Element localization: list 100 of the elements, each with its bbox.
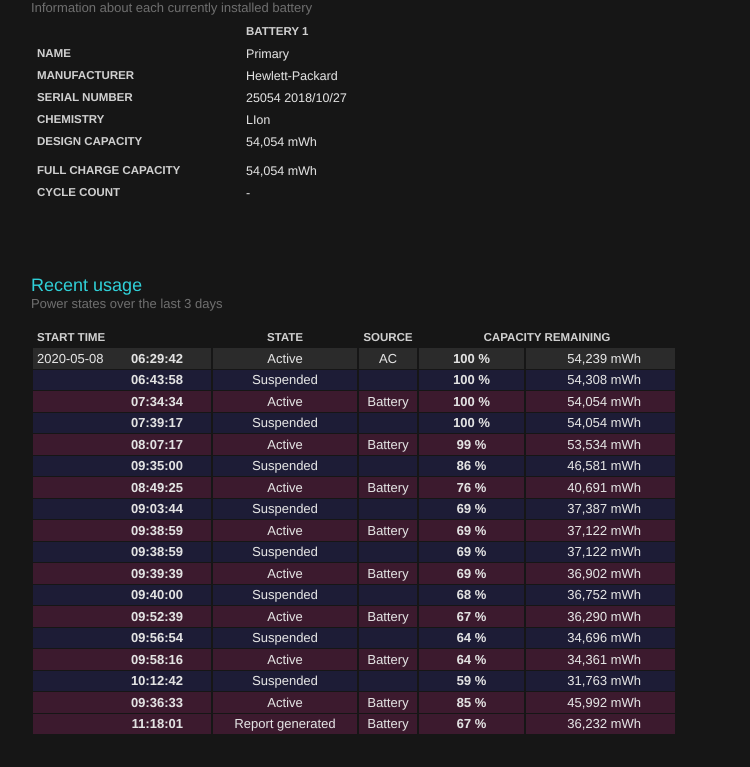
table-cell: 59 % <box>419 670 524 691</box>
column-header: STATE <box>266 330 304 346</box>
table-cell: Battery <box>359 649 417 670</box>
table-cell <box>359 628 417 648</box>
table-cell: 54,239 mWh <box>526 348 675 368</box>
table-cell: 69 % <box>419 520 524 540</box>
table-cell <box>359 498 417 519</box>
table-cell: Active <box>213 477 357 498</box>
table-cell: 85 % <box>419 692 524 712</box>
field-label: DESIGN CAPACITY <box>37 135 144 150</box>
table-cell: 07:34:34 <box>33 391 211 412</box>
table-cell: 09:58:16 <box>33 649 211 670</box>
table-cell: AC <box>359 348 417 368</box>
table-cell: Report generated <box>213 714 357 734</box>
column-header: START TIME <box>36 330 106 346</box>
table-cell: Suspended <box>213 542 357 562</box>
table-cell: 31,763 mWh <box>526 670 675 691</box>
table-cell: 54,308 mWh <box>526 370 675 390</box>
table-cell: 99 % <box>419 434 524 454</box>
table-cell: Suspended <box>213 584 357 605</box>
table-cell: 53,534 mWh <box>526 434 675 454</box>
table-cell: 40,691 mWh <box>526 477 675 498</box>
table-cell: Suspended <box>213 628 357 648</box>
field-value: LIon <box>246 112 272 129</box>
table-cell: Active <box>213 692 357 712</box>
table-cell: 76 % <box>419 477 524 498</box>
table-cell: Suspended <box>213 370 357 390</box>
table-cell: 68 % <box>419 584 524 605</box>
table-cell: Battery <box>359 606 417 626</box>
table-cell: 09:39:39 <box>33 563 211 584</box>
table-cell: 67 % <box>419 714 524 734</box>
table-cell <box>359 542 417 562</box>
table-cell: 2020-05-08 06:29:42 <box>33 348 211 368</box>
table-cell: 11:18:01 <box>33 714 211 734</box>
field-label: FULL CHARGE CAPACITY <box>37 164 182 179</box>
field-value: Primary <box>246 46 290 63</box>
table-cell: Active <box>213 649 357 670</box>
field-label: MANUFACTURER <box>37 69 136 84</box>
table-cell: 100 % <box>419 370 524 390</box>
section-subtitle: Information about each currently installed battery <box>31 0 314 16</box>
table-cell: 09:38:59 <box>33 520 211 540</box>
table-cell <box>359 456 417 476</box>
table-cell: Active <box>213 391 357 412</box>
table-cell: 09:56:54 <box>33 628 211 648</box>
field-label: CHEMISTRY <box>37 113 106 128</box>
table-cell: Active <box>213 563 357 584</box>
section-subtitle: Power states over the last 3 days <box>31 296 224 312</box>
table-cell: 67 % <box>419 606 524 626</box>
table-cell: Active <box>213 520 357 540</box>
table-cell: Battery <box>359 714 417 734</box>
table-cell <box>359 670 417 691</box>
field-value: Hewlett-Packard <box>246 68 339 85</box>
table-cell: 37,387 mWh <box>526 498 675 519</box>
table-cell: Battery <box>359 434 417 454</box>
field-label: CYCLE COUNT <box>37 186 122 201</box>
table-cell: 09:38:59 <box>33 542 211 562</box>
table-cell: 64 % <box>419 649 524 670</box>
table-cell: 69 % <box>419 498 524 519</box>
table-cell: 100 % <box>419 412 524 433</box>
table-cell: 37,122 mWh <box>526 542 675 562</box>
table-cell: 45,992 mWh <box>526 692 675 712</box>
table-cell: 09:35:00 <box>33 456 211 476</box>
table-cell: 06:43:58 <box>33 370 211 390</box>
table-cell: 36,902 mWh <box>526 563 675 584</box>
table-cell: Battery <box>359 391 417 412</box>
table-cell: 36,752 mWh <box>526 584 675 605</box>
table-cell: 09:36:33 <box>33 692 211 712</box>
table-cell: Suspended <box>213 498 357 519</box>
table-cell: Active <box>213 606 357 626</box>
section-title: Recent usage <box>31 274 144 296</box>
table-cell: Suspended <box>213 456 357 476</box>
table-cell: Active <box>213 434 357 454</box>
field-label: NAME <box>37 47 72 62</box>
table-cell <box>359 412 417 433</box>
table-cell: 69 % <box>419 563 524 584</box>
table-cell: 10:12:42 <box>33 670 211 691</box>
table-cell: Battery <box>359 520 417 540</box>
column-header: SOURCE <box>362 330 414 346</box>
table-cell: 08:49:25 <box>33 477 211 498</box>
table-cell: 54,054 mWh <box>526 391 675 412</box>
column-header: CAPACITY REMAINING <box>482 330 612 346</box>
table-cell: Battery <box>359 477 417 498</box>
table-cell: 86 % <box>419 456 524 476</box>
field-value: 25054 2018/10/27 <box>246 90 348 107</box>
table-cell: 09:03:44 <box>33 498 211 519</box>
column-header: BATTERY 1 <box>246 25 310 40</box>
field-value: 54,054 mWh <box>246 163 318 180</box>
table-cell: 37,122 mWh <box>526 520 675 540</box>
table-cell: Suspended <box>213 412 357 433</box>
table-cell: Suspended <box>213 670 357 691</box>
table-cell: 46,581 mWh <box>526 456 675 476</box>
table-cell: 36,232 mWh <box>526 714 675 734</box>
table-cell: 09:40:00 <box>33 584 211 605</box>
table-cell: 08:07:17 <box>33 434 211 454</box>
table-cell: Battery <box>359 692 417 712</box>
table-cell <box>359 370 417 390</box>
table-cell: 34,696 mWh <box>526 628 675 648</box>
table-cell <box>359 584 417 605</box>
table-cell: 36,290 mWh <box>526 606 675 626</box>
table-cell: 34,361 mWh <box>526 649 675 670</box>
